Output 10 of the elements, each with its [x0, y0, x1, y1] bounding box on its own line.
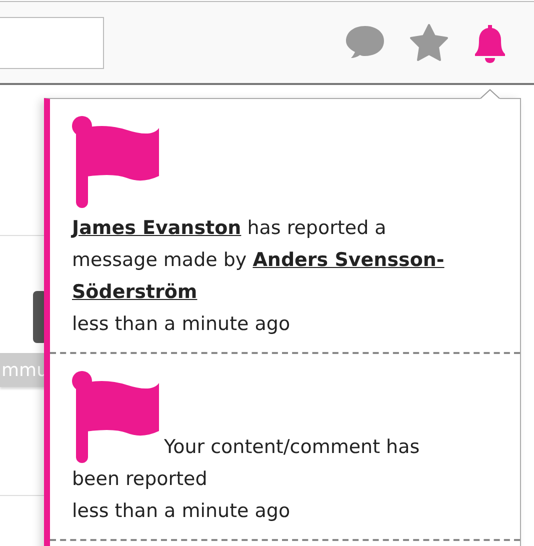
- bell-icon: [472, 22, 508, 62]
- user-link[interactable]: Söderström: [72, 281, 198, 303]
- star-button[interactable]: [408, 22, 450, 62]
- bell-button[interactable]: [472, 22, 508, 62]
- user-link[interactable]: James Evanston: [72, 217, 242, 239]
- user-link[interactable]: Anders Svensson-: [252, 249, 444, 271]
- notification-time: less than a minute ago: [72, 312, 292, 337]
- notification-time: less than a minute ago: [72, 499, 292, 524]
- search-field[interactable]: [0, 16, 104, 68]
- star-icon: [408, 22, 450, 62]
